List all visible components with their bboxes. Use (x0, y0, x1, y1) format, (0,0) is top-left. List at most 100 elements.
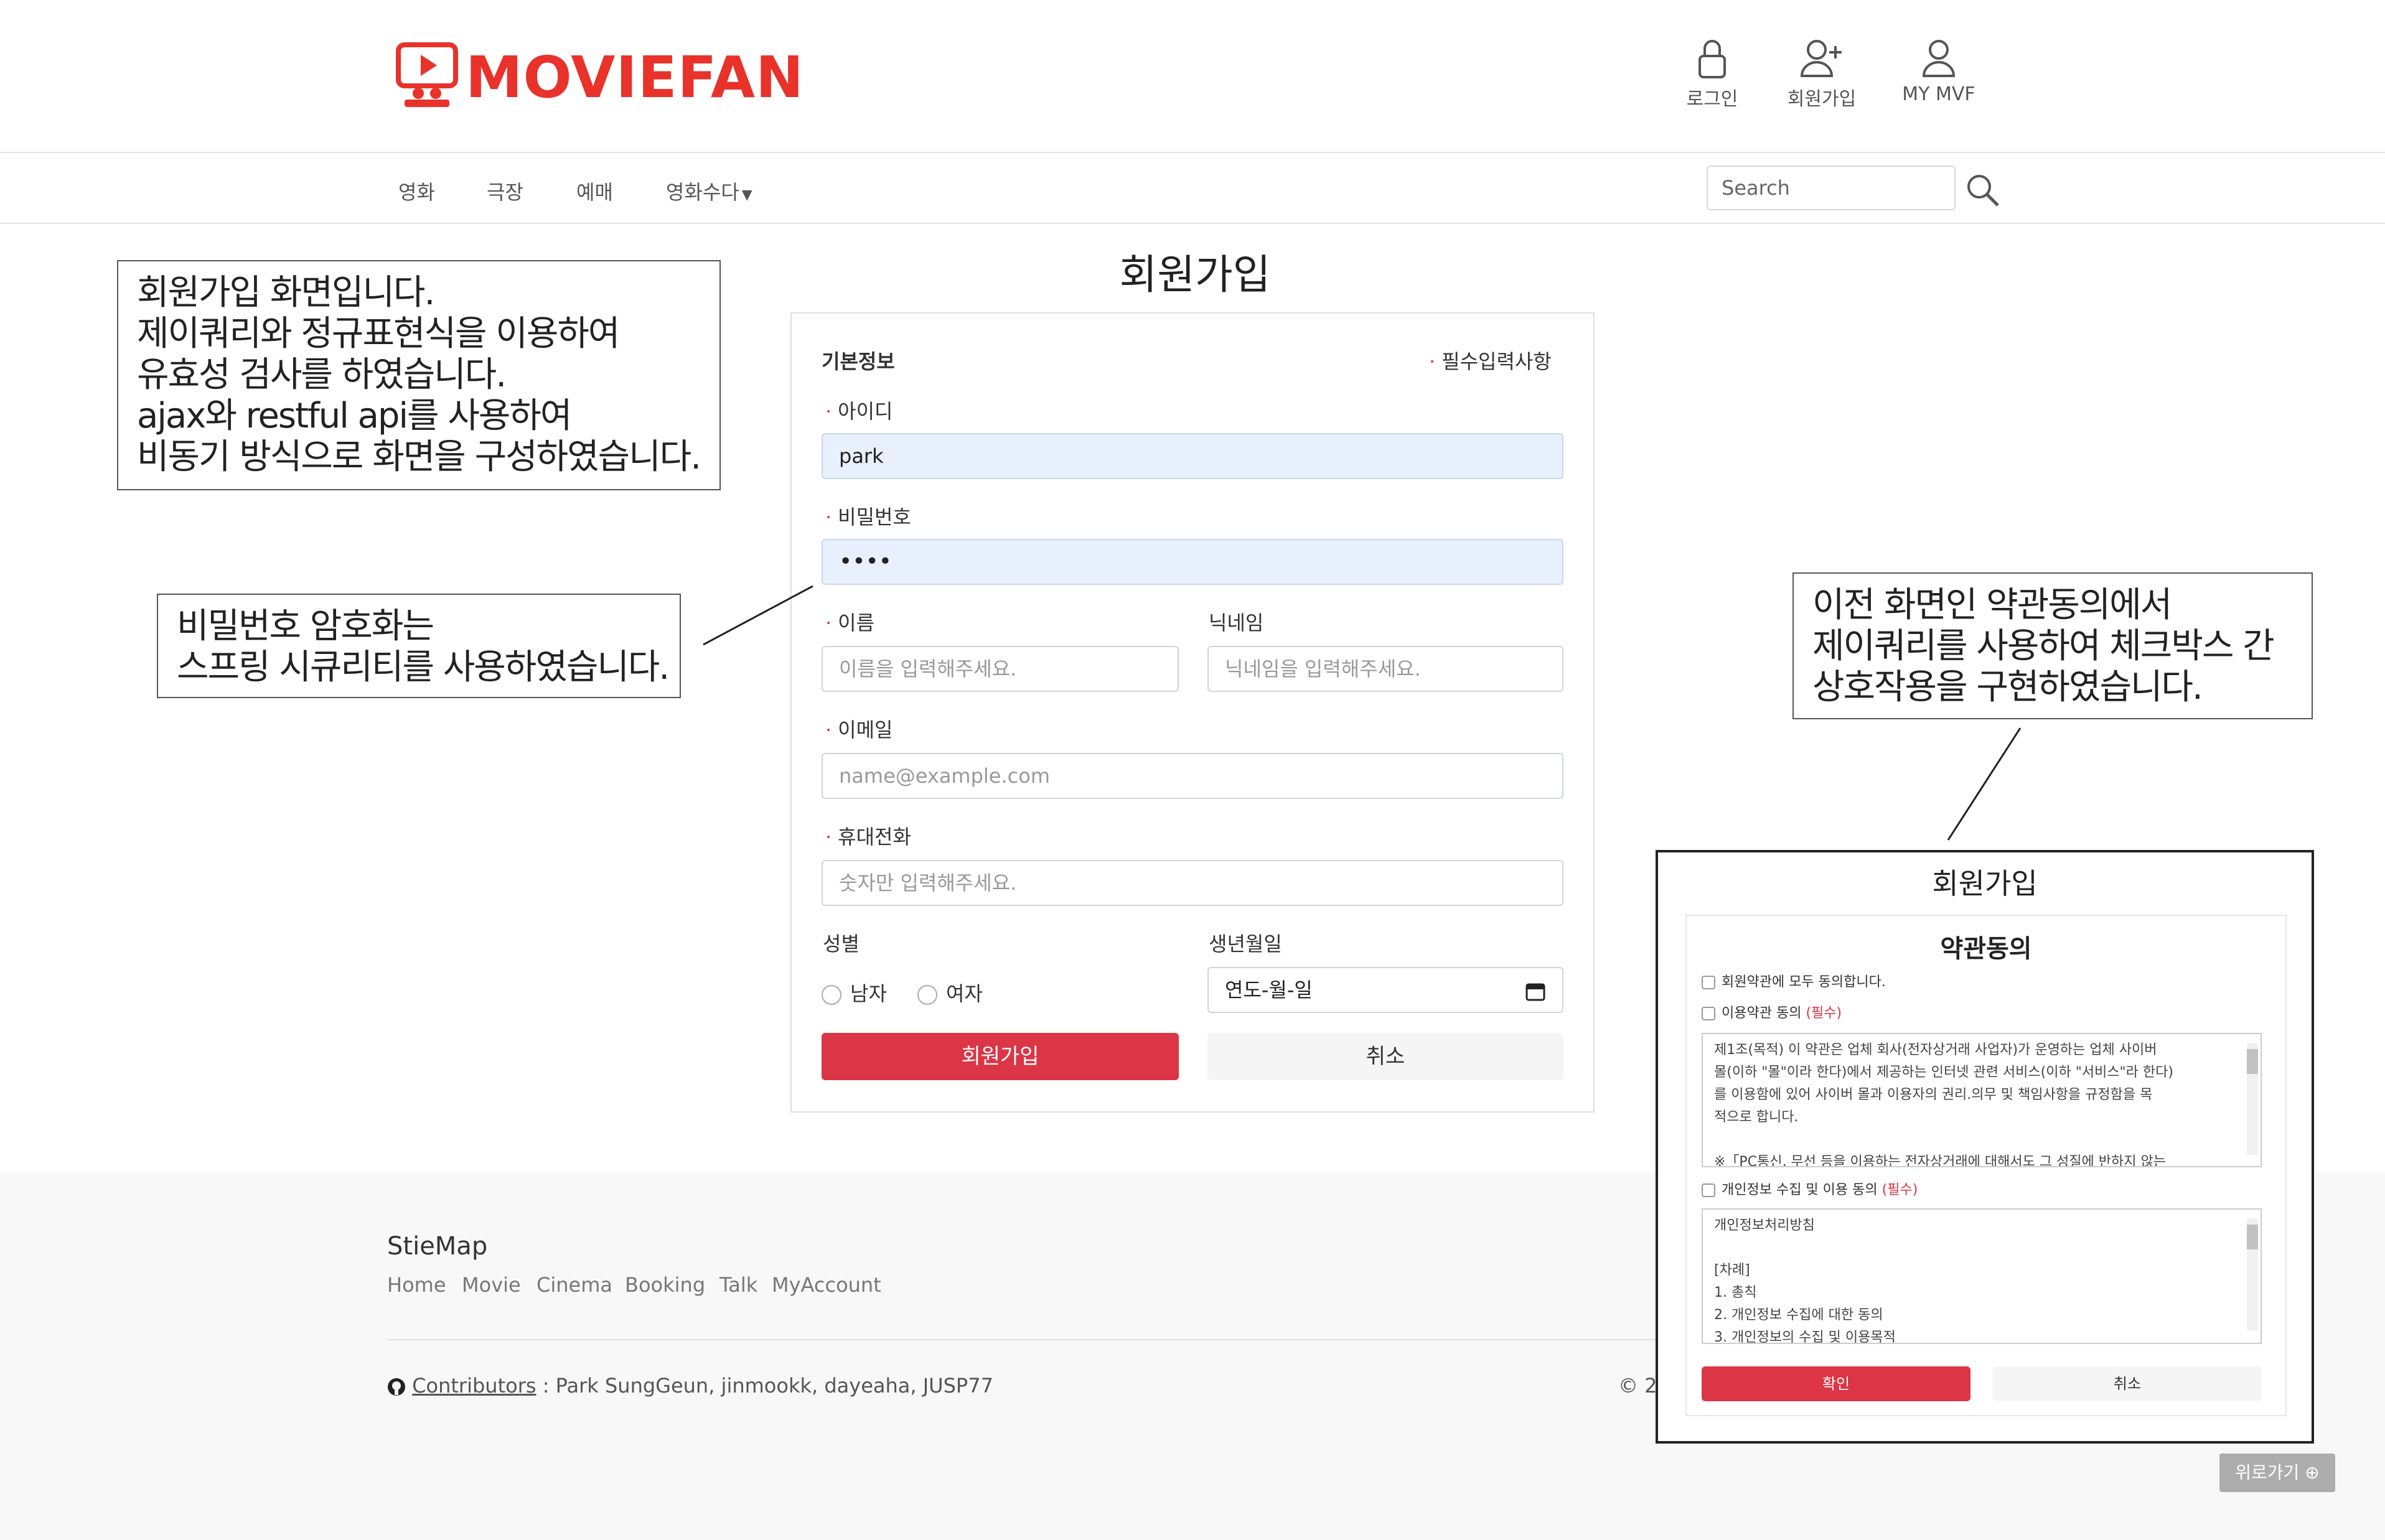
calendar-icon[interactable] (1525, 981, 1546, 1002)
agree-terms-label: 이용약관 동의 (1722, 1006, 1802, 1021)
inset-confirm-button[interactable]: 확인 (1702, 1366, 1970, 1401)
terms-line: 제1조(목적) 이 약관은 업체 회사(전자상거래 사업자)가 운영하는 업체 … (1714, 1042, 2157, 1058)
inset-subtitle: 약관동의 (1940, 935, 2032, 963)
note-line: 상호작용을 구현하였습니다. (1812, 667, 2203, 707)
back-to-top-button[interactable]: 위로가기 ⊕ (2219, 1454, 2335, 1492)
note-line: 제이쿼리를 사용하여 체크박스 간 (1812, 626, 2275, 666)
footer-link-myaccount[interactable]: MyAccount (772, 1273, 881, 1297)
my-mvf-link[interactable]: MY MVF (1892, 37, 1985, 105)
radio-male[interactable] (822, 985, 841, 1005)
submit-button[interactable]: 회원가입 (822, 1033, 1179, 1080)
nav-item-movie[interactable]: 영화 (398, 177, 435, 205)
contributors: Contributors : Park SungGeun, jinmookk, … (387, 1374, 993, 1398)
footer-link-cinema[interactable]: Cinema (537, 1273, 612, 1297)
email-label-text: 이메일 (838, 718, 893, 742)
required-mark: · (825, 825, 832, 849)
lock-icon (1699, 40, 1726, 78)
logo-text[interactable]: MOVIEFAN (466, 44, 804, 112)
note-line: 비밀번호 암호화는 (177, 606, 434, 646)
note-line: 이전 화면인 약관동의에서 (1812, 585, 2172, 625)
footer-link-home[interactable]: Home (387, 1273, 446, 1297)
nav-item-theater[interactable]: 극장 (487, 177, 523, 205)
copyright: © 2 (1618, 1374, 1657, 1398)
footer-link-booking[interactable]: Booking (625, 1273, 705, 1297)
email-field[interactable]: name@example.com (822, 753, 1563, 799)
nickname-field[interactable]: 닉네임을 입력해주세요. (1207, 646, 1563, 692)
privacy-line (1714, 1237, 2249, 1259)
required-note-text: 필수입력사항 (1441, 350, 1552, 373)
required-tag: (필수) (1881, 1182, 1918, 1198)
agree-privacy-label: 개인정보 수집 및 이용 동의 (1722, 1182, 1878, 1198)
footer-link-talk[interactable]: Talk (719, 1273, 757, 1297)
privacy-scrollbar[interactable] (2247, 1218, 2258, 1330)
agree-privacy-checkbox[interactable]: 개인정보 수집 및 이용 동의 (필수) (1702, 1178, 1918, 1198)
search-input[interactable]: Search (1707, 166, 1956, 210)
privacy-line: 2. 개인정보 수집에 대한 동의 (1714, 1307, 1883, 1323)
birthdate-value: 연도-월-일 (1225, 978, 1313, 1002)
required-note: · 필수입력사항 (1429, 346, 1552, 375)
note-line: 유효성 검사를 하였습니다. (137, 355, 507, 395)
signup-link[interactable]: 회원가입 (1775, 37, 1868, 111)
terms-scrollbar[interactable] (2247, 1043, 2258, 1155)
name-field[interactable]: 이름을 입력해주세요. (822, 646, 1179, 692)
terms-textarea[interactable]: 제1조(목적) 이 약관은 업체 회사(전자상거래 사업자)가 운영하는 업체 … (1702, 1033, 2262, 1167)
required-mark: · (825, 611, 832, 635)
page-title: 회원가입 (1119, 251, 1271, 299)
id-field[interactable]: park (822, 433, 1563, 479)
login-label: 로그인 (1686, 88, 1738, 110)
terms-line (1714, 1129, 2249, 1151)
gender-female-label: 여자 (946, 982, 983, 1006)
pw-label: · 비밀번호 (825, 502, 911, 530)
nav-item-booking[interactable]: 예매 (576, 177, 613, 205)
footer-link-movie[interactable]: Movie (462, 1273, 521, 1297)
gender-female-option[interactable]: 여자 (917, 978, 983, 1007)
logo-icon[interactable] (396, 42, 458, 110)
cancel-button[interactable]: 취소 (1207, 1033, 1563, 1080)
password-field[interactable]: •••• (822, 539, 1563, 585)
note-line: 회원가입 화면입니다. (137, 273, 435, 313)
user-icon (1922, 40, 1956, 77)
note-line: ajax와 restful api를 사용하여 (137, 396, 572, 436)
name-label-text: 이름 (838, 611, 875, 635)
inset-cancel-button[interactable]: 취소 (1993, 1366, 2262, 1401)
privacy-line: [차례] (1714, 1262, 1750, 1278)
checkbox[interactable] (1702, 976, 1715, 989)
note-line: 비동기 방식으로 화면을 구성하였습니다. (137, 437, 701, 477)
contributors-names: : Park SungGeun, jinmookk, dayeaha, JUSP… (542, 1374, 993, 1398)
privacy-line: 1. 총칙 (1714, 1285, 1757, 1300)
login-link[interactable]: 로그인 (1666, 37, 1759, 111)
id-label: · 아이디 (825, 396, 893, 424)
checkbox[interactable] (1702, 1183, 1715, 1197)
gender-male-label: 남자 (850, 982, 887, 1006)
gender-label: 성별 (823, 932, 860, 956)
contributors-link[interactable]: Contributors (412, 1374, 536, 1398)
gender-male-option[interactable]: 남자 (822, 978, 887, 1007)
email-label: · 이메일 (825, 714, 893, 743)
nav-item-talk-dropdown[interactable]: 영화수다 ▼ (666, 177, 752, 205)
radio-female[interactable] (917, 985, 937, 1005)
birthdate-field[interactable]: 연도-월-일 (1207, 967, 1563, 1013)
connector-terms (1947, 727, 2022, 841)
caret-down-icon: ▼ (741, 187, 752, 203)
privacy-line: 개인정보처리방침 (1714, 1218, 1815, 1233)
privacy-textarea[interactable]: 개인정보처리방침 [차례] 1. 총칙 2. 개인정보 수집에 대한 동의 3.… (1702, 1208, 2262, 1344)
signup-label: 회원가입 (1787, 88, 1857, 110)
my-mvf-label: MY MVF (1902, 83, 1975, 105)
name-label: · 이름 (825, 607, 874, 636)
agree-all-checkbox[interactable]: 회원약관에 모두 동의합니다. (1702, 971, 1886, 991)
privacy-line: 3. 개인정보의 수집 및 이용목적 (1714, 1330, 1896, 1344)
terms-line: 적으로 합니다. (1714, 1109, 1799, 1125)
back-to-top-label: 위로가기 (2235, 1462, 2300, 1483)
required-mark: · (1429, 350, 1436, 373)
arrow-up-circle-icon: ⊕ (2305, 1462, 2320, 1483)
checkbox[interactable] (1702, 1007, 1715, 1020)
scrollbar-thumb[interactable] (2247, 1049, 2258, 1074)
user-add-icon (1800, 40, 1842, 77)
phone-label-text: 휴대전화 (838, 825, 911, 849)
footer-sitemap-title: StieMap (387, 1232, 488, 1261)
search-icon[interactable] (1966, 173, 2000, 208)
scrollbar-thumb[interactable] (2247, 1225, 2258, 1249)
annotation-note-signup: 회원가입 화면입니다. 제이쿼리와 정규표현식을 이용하여 유효성 검사를 하였… (117, 260, 721, 490)
phone-field[interactable]: 숫자만 입력해주세요. (822, 860, 1563, 906)
agree-terms-checkbox[interactable]: 이용약관 동의 (필수) (1702, 1002, 1842, 1022)
